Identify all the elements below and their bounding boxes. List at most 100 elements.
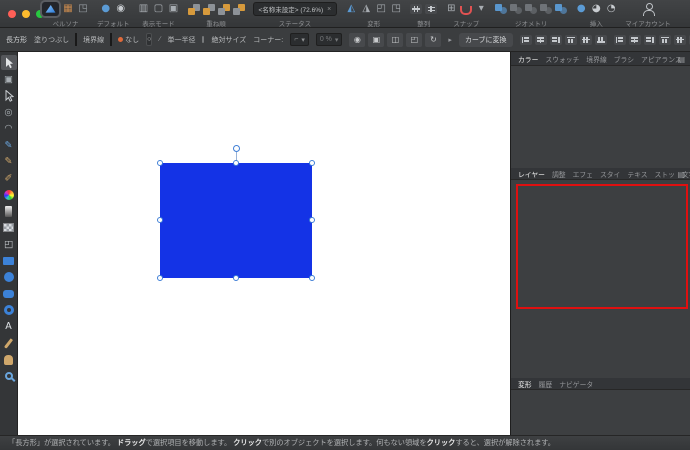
minimize-window-button[interactable] <box>22 10 30 18</box>
rotate-ccw-icon[interactable]: ◰ <box>375 2 387 16</box>
resize-handle-top-left[interactable] <box>157 160 163 166</box>
rotation-handle[interactable] <box>233 145 240 152</box>
view-tool[interactable] <box>1 352 17 367</box>
move-forward-icon[interactable] <box>203 4 215 15</box>
distribute-icon[interactable] <box>425 2 437 16</box>
node-tool[interactable] <box>1 88 17 103</box>
align-button-m[interactable] <box>580 35 592 45</box>
transform-panel-tab[interactable]: 変形 <box>518 379 532 389</box>
view-mode-pixel-icon[interactable]: ▢ <box>153 2 165 16</box>
corner-radius-dropdown[interactable]: 0 %▾ <box>316 33 343 46</box>
insert-behind-icon[interactable]: ● <box>575 2 587 16</box>
stroke-properties-button[interactable]: ○ <box>146 33 152 46</box>
boolean-divide-icon[interactable] <box>540 4 552 14</box>
color-panel-tab[interactable]: カラー <box>518 54 538 64</box>
color-panel-tab[interactable]: 境界線 <box>586 54 606 64</box>
boolean-subtract-icon[interactable] <box>510 4 522 14</box>
resize-handle-bottom-right[interactable] <box>309 275 315 281</box>
revert-defaults-icon[interactable]: ◉ <box>115 2 127 16</box>
resize-handle-bottom-left[interactable] <box>157 275 163 281</box>
layers-panel-tab[interactable]: エフェ <box>573 169 593 179</box>
transform-panel-tab[interactable]: 履歴 <box>539 379 553 389</box>
resize-handle-top-middle[interactable] <box>233 160 239 166</box>
stroke-width-slider-handle[interactable] <box>118 37 123 42</box>
vector-brush-tool[interactable]: ✐ <box>1 171 17 186</box>
layers-panel-tab[interactable]: テキス <box>627 169 647 179</box>
snapping-magnet-icon[interactable] <box>460 6 472 15</box>
absolute-size-checkbox[interactable] <box>202 36 204 43</box>
distribute-button-c[interactable] <box>629 35 641 45</box>
corner-edit-button[interactable]: ◉ <box>349 33 365 47</box>
layers-panel-menu-icon[interactable]: ▤ <box>677 170 685 179</box>
align-button-l[interactable] <box>520 35 532 45</box>
layers-panel-tab[interactable]: スタイ <box>600 169 620 179</box>
boolean-combine-icon[interactable] <box>555 4 567 14</box>
resize-handle-middle-right[interactable] <box>309 217 315 223</box>
boolean-intersect-icon[interactable] <box>525 4 537 14</box>
synchronise-defaults-icon[interactable]: ● <box>100 2 112 16</box>
selected-rectangle-object[interactable] <box>160 163 312 278</box>
color-panel-tab[interactable]: スウォッチ <box>545 54 579 64</box>
artistic-text-tool[interactable]: A <box>1 319 17 334</box>
distribute-button-m[interactable] <box>674 35 686 45</box>
distribute-button-r[interactable] <box>644 35 656 45</box>
align-button-r[interactable] <box>550 35 562 45</box>
donut-tool[interactable] <box>1 303 17 318</box>
move-backward-icon[interactable] <box>218 4 230 15</box>
vector-crop-tool[interactable]: ◰ <box>1 237 17 252</box>
insert-on-top-icon[interactable]: ◕ <box>590 2 602 16</box>
color-panel-tab[interactable]: ブラシ <box>614 54 634 64</box>
point-transform-tool[interactable]: ◎ <box>1 105 17 120</box>
layers-panel-tab[interactable]: レイヤー <box>518 169 545 179</box>
move-tool[interactable] <box>1 55 17 70</box>
place-image-tool[interactable] <box>1 220 17 235</box>
account-icon[interactable] <box>642 3 654 16</box>
corner-edit-button[interactable]: ▣ <box>368 33 384 47</box>
export-persona-icon[interactable]: ◳ <box>77 2 89 16</box>
fill-tool[interactable] <box>1 187 17 202</box>
close-window-button[interactable] <box>8 10 16 18</box>
resize-handle-middle-left[interactable] <box>157 217 163 223</box>
distribute-button-t[interactable] <box>659 35 671 45</box>
align-button-b[interactable] <box>595 35 607 45</box>
pixel-persona-icon[interactable]: ▦ <box>62 2 74 16</box>
rounded-rectangle-tool[interactable] <box>1 286 17 301</box>
more-options-icon[interactable]: ▸ <box>448 36 452 44</box>
pen-tool[interactable]: ✎ <box>1 138 17 153</box>
align-button-t[interactable] <box>565 35 577 45</box>
snapping-options-icon[interactable]: ▾ <box>475 2 487 16</box>
convert-to-curves-button[interactable]: カーブに変換 <box>459 33 513 47</box>
corner-type-dropdown[interactable]: ⌐▾ <box>290 33 309 46</box>
resize-handle-bottom-middle[interactable] <box>233 275 239 281</box>
boolean-add-icon[interactable] <box>495 4 507 14</box>
corner-edit-button[interactable]: ◫ <box>387 33 403 47</box>
snap-grid-icon[interactable]: ⊞ <box>445 2 457 16</box>
corner-tool[interactable]: ◠ <box>1 121 17 136</box>
single-radius-label[interactable]: 単一半径 <box>167 35 195 45</box>
move-to-back-icon[interactable] <box>233 4 245 15</box>
insert-inside-icon[interactable]: ◔ <box>605 2 617 16</box>
alignment-icon[interactable] <box>410 2 422 16</box>
align-button-c[interactable] <box>535 35 547 45</box>
resize-handle-top-right[interactable] <box>309 160 315 166</box>
layers-panel-tab[interactable]: ストッ <box>655 169 675 179</box>
distribute-button-l[interactable] <box>614 35 626 45</box>
colour-picker-tool[interactable] <box>1 336 17 351</box>
flip-horizontal-icon[interactable]: ◭ <box>345 2 357 16</box>
rotate-cw-icon[interactable]: ◳ <box>390 2 402 16</box>
corner-edit-button[interactable]: ◰ <box>406 33 422 47</box>
move-to-front-icon[interactable] <box>188 4 200 15</box>
ellipse-tool[interactable] <box>1 270 17 285</box>
artboard-tool[interactable]: ▣ <box>1 72 17 87</box>
document-tab[interactable]: <名称未設定> (72.6%)× <box>253 2 338 16</box>
absolute-size-label[interactable]: 絶対サイズ <box>211 35 246 45</box>
transform-panel-tab[interactable]: ナビゲータ <box>559 379 593 389</box>
designer-persona-icon[interactable] <box>42 2 59 16</box>
color-panel-tab[interactable]: アピアランス <box>641 54 682 64</box>
zoom-tool[interactable] <box>1 369 17 384</box>
view-mode-retina-icon[interactable]: ▣ <box>168 2 180 16</box>
tab-close-icon[interactable]: × <box>327 6 331 13</box>
rectangle-tool[interactable] <box>1 253 17 268</box>
transparency-tool[interactable] <box>1 204 17 219</box>
view-mode-vector-icon[interactable]: ▥ <box>138 2 150 16</box>
